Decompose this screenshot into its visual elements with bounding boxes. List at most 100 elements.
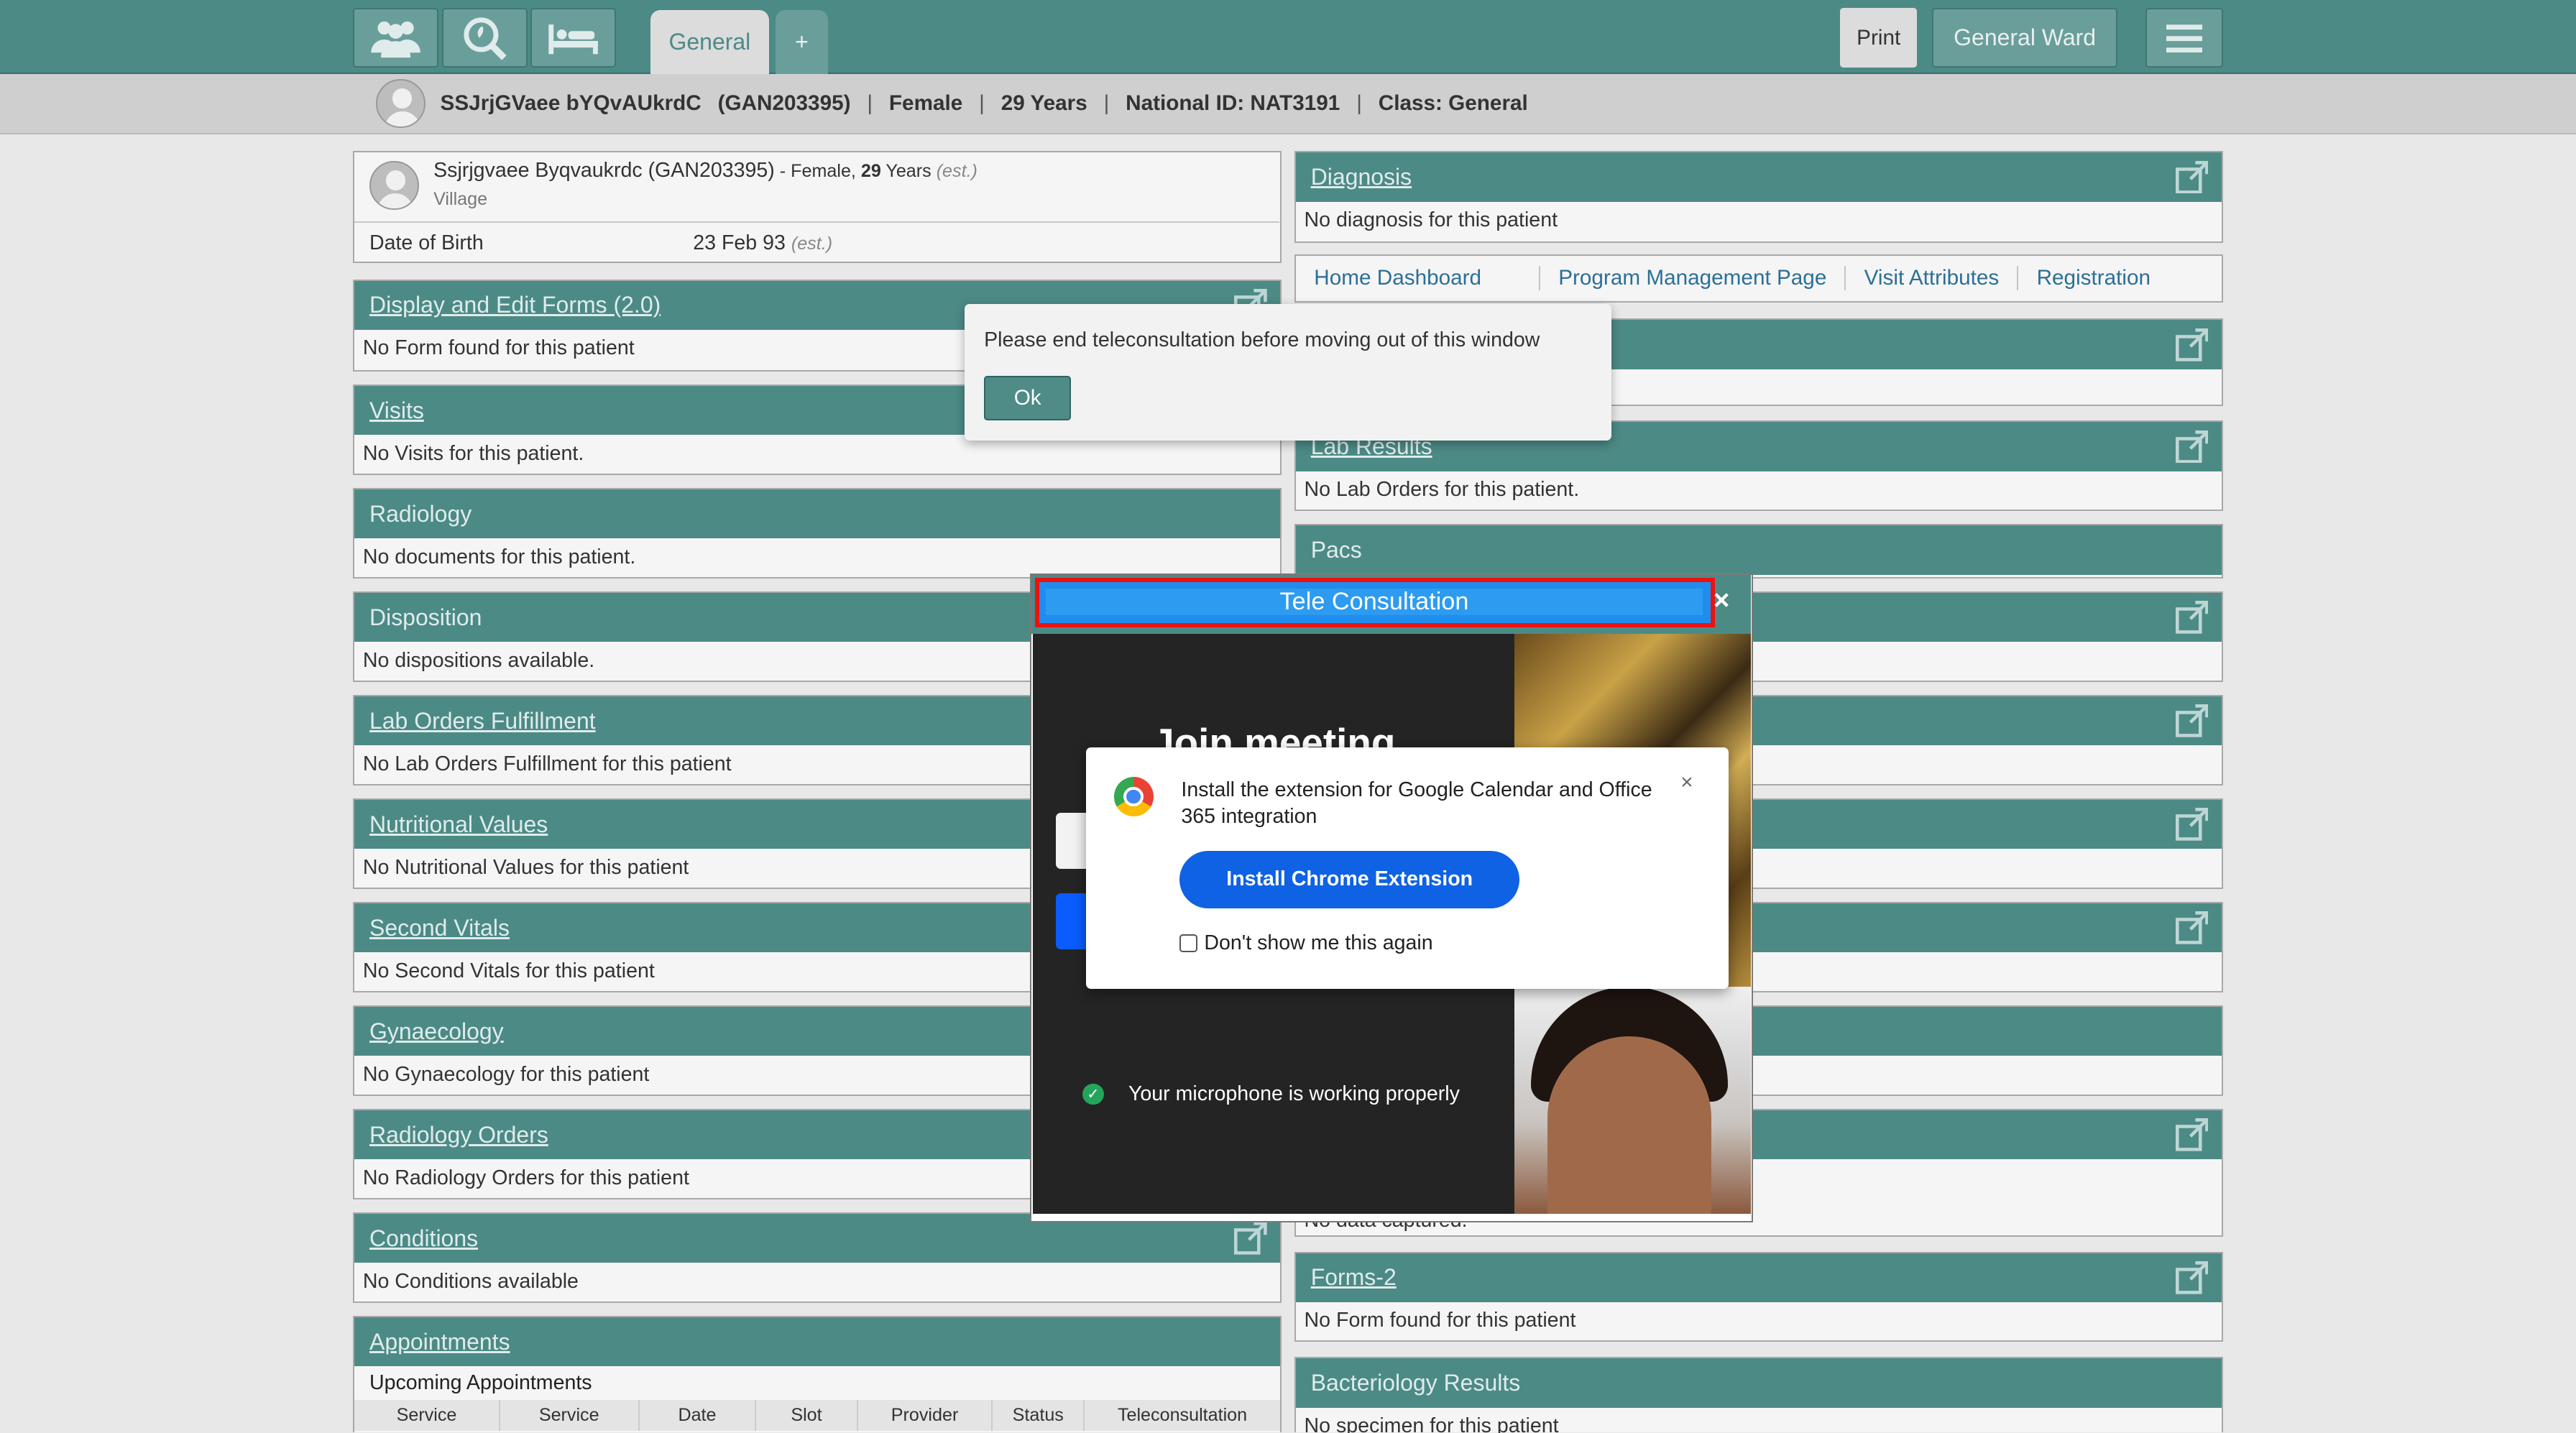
add-tab-button[interactable]: + — [775, 9, 828, 74]
bed-management-button[interactable] — [530, 8, 617, 68]
panel-title: Pacs — [1310, 536, 1362, 563]
panel-body: No diagnosis for this patient — [1304, 208, 1558, 231]
external-link-icon[interactable] — [2175, 328, 2209, 361]
patient-info-bar: SSJrjGVaee bYQvAUkrdC (GAN203395) | Fema… — [0, 73, 2576, 135]
column-header: Status — [992, 1400, 1085, 1431]
menu-button[interactable] — [2145, 8, 2223, 68]
alert-message: Please end teleconsultation before movin… — [984, 328, 1540, 352]
mic-status: ✓ Your microphone is working properly — [1082, 1082, 1460, 1106]
column-header: Service — [354, 1400, 500, 1431]
search-icon — [464, 17, 507, 60]
panel-title[interactable]: Lab Orders Fulfillment — [369, 708, 596, 734]
panel-title: Radiology — [369, 500, 472, 527]
external-link-icon[interactable] — [2175, 704, 2209, 737]
patient-card: Ssjrjgvaee Byqvaukrdc (GAN203395) - Fema… — [353, 151, 1282, 263]
self-video — [1514, 987, 1752, 1214]
panel-body: No Conditions available — [362, 1269, 579, 1293]
link-visit-attributes[interactable]: Visit Attributes — [1846, 266, 2019, 291]
panel-title[interactable]: Radiology Orders — [369, 1122, 548, 1148]
panel-conditions: Conditions No Conditions available — [353, 1212, 1282, 1303]
panel-title[interactable]: Appointments — [369, 1329, 510, 1355]
avatar-icon — [369, 160, 419, 211]
quick-links-bar: Home Dashboard Program Management Page V… — [1294, 254, 2223, 303]
teleconsultation-alert-dialog: Please end teleconsultation before movin… — [964, 303, 1612, 441]
panel-radiology: Radiology No documents for this patient. — [353, 487, 1282, 579]
panel-title[interactable]: Diagnosis — [1311, 164, 1412, 190]
column-header: Service — [499, 1400, 640, 1431]
panel-title: Disposition — [369, 604, 482, 630]
patient-class: Class: General — [1378, 91, 1528, 116]
close-icon[interactable]: × — [1680, 770, 1693, 795]
panel-title[interactable]: Gynaecology — [369, 1018, 504, 1045]
panel-pacs: Pacs — [1294, 524, 2223, 579]
link-registration[interactable]: Registration — [2018, 266, 2168, 290]
search-patient-button[interactable] — [441, 8, 528, 68]
dob-value-row: 23 Feb 93 (est.) — [693, 231, 832, 255]
print-button[interactable]: Print — [1839, 8, 1918, 68]
patient-card-gender: - Female, — [774, 161, 861, 182]
panel-diagnosis: Diagnosis No diagnosis for this patient — [1294, 151, 2223, 244]
panel-title[interactable]: Visits — [369, 397, 424, 424]
patient-village: Village — [433, 188, 488, 209]
external-link-icon[interactable] — [2175, 1118, 2209, 1151]
chrome-extension-popup: Install the extension for Google Calenda… — [1085, 747, 1729, 989]
external-link-icon[interactable] — [2175, 160, 2209, 194]
panel-forms-2: Forms-2 No Form found for this patient — [1294, 1251, 2223, 1342]
panel-title[interactable]: Forms-2 — [1311, 1264, 1397, 1291]
mic-status-text: Your microphone is working properly — [1128, 1082, 1460, 1105]
external-link-icon[interactable] — [2175, 430, 2209, 464]
external-link-icon[interactable] — [2175, 601, 2209, 634]
external-link-icon[interactable] — [2175, 808, 2209, 841]
dob-value: 23 Feb 93 — [693, 231, 786, 254]
patient-card-age: 29 — [860, 161, 881, 182]
patient-gender: Female — [888, 91, 963, 116]
top-navbar: General + Print General Ward — [0, 0, 2576, 74]
patients-button[interactable] — [353, 8, 439, 68]
bed-icon — [548, 24, 598, 55]
panel-body: No specimen for this patient — [1304, 1414, 1559, 1433]
patient-name: SSJrjGVaee bYQvAUkrdC — [440, 91, 702, 116]
panel-appointments: Appointments Upcoming Appointments Servi… — [353, 1315, 1282, 1433]
column-header: Provider — [857, 1400, 993, 1431]
separator: | — [1103, 91, 1110, 116]
link-program-management[interactable]: Program Management Page — [1540, 266, 1846, 291]
extension-message: Install the extension for Google Calenda… — [1181, 778, 1652, 828]
panel-body: No Visits for this patient. — [362, 441, 584, 465]
appointments-table: Service Service Date Slot Provider Statu… — [354, 1400, 1280, 1431]
panel-body: No Lab Orders for this patient. — [1304, 477, 1580, 501]
install-extension-button[interactable]: Install Chrome Extension — [1179, 850, 1520, 908]
dont-show-again-option[interactable]: Don't show me this again — [1179, 931, 1433, 955]
close-icon[interactable]: × — [1705, 584, 1738, 617]
patients-icon — [371, 21, 421, 57]
external-link-icon[interactable] — [1233, 1222, 1267, 1255]
column-header: Teleconsultation — [1117, 1404, 1248, 1425]
patient-age: 29 Years — [1000, 91, 1087, 116]
tele-title: Tele Consultation — [1045, 589, 1703, 615]
tab-general[interactable]: General — [650, 9, 769, 74]
dont-show-checkbox[interactable] — [1179, 934, 1198, 953]
external-link-icon[interactable] — [2175, 911, 2209, 944]
panel-bacteriology: Bacteriology Results No specimen for thi… — [1294, 1356, 2223, 1433]
patient-card-name: Ssjrjgvaee Byqvaukrdc (GAN203395) — [433, 159, 775, 183]
panel-body: No Form found for this patient — [1304, 1309, 1576, 1332]
panel-title[interactable]: Nutritional Values — [369, 811, 548, 838]
separator: | — [979, 91, 985, 116]
panel-title[interactable]: Second Vitals — [369, 915, 510, 941]
patient-id: (GAN203395) — [717, 91, 851, 116]
panel-title: Bacteriology Results — [1310, 1369, 1521, 1396]
dob-est: (est.) — [791, 233, 833, 254]
tele-title-highlight: Tele Consultation — [1034, 578, 1715, 627]
check-icon: ✓ — [1082, 1083, 1104, 1105]
upcoming-appointments-heading: Upcoming Appointments — [369, 1371, 592, 1395]
ward-button[interactable]: General Ward — [1931, 8, 2118, 68]
link-home-dashboard[interactable]: Home Dashboard — [1296, 266, 1541, 291]
panel-title[interactable]: Conditions — [369, 1225, 478, 1252]
video-face — [1547, 1036, 1712, 1214]
tele-header[interactable]: Tele Consultation × — [1031, 574, 1752, 634]
panel-body: No documents for this patient. — [362, 545, 636, 568]
separator: | — [1356, 91, 1362, 116]
external-link-icon[interactable] — [2175, 1261, 2209, 1294]
ok-button[interactable]: Ok — [984, 376, 1072, 421]
patient-card-age-suffix: Years — [880, 161, 937, 182]
panel-title[interactable]: Display and Edit Forms (2.0) — [369, 292, 661, 318]
